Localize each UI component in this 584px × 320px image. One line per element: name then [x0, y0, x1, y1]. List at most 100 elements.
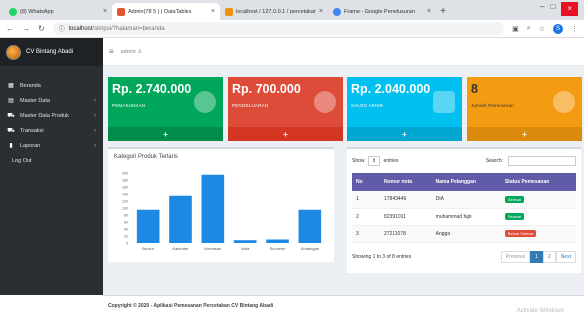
database-icon	[433, 91, 455, 113]
sidebar-item-label: Master Data Produk	[20, 112, 69, 119]
table-icon: ▤	[8, 98, 14, 104]
length-select[interactable]: ⇕	[367, 156, 381, 166]
cell-no: 2	[352, 208, 380, 226]
cell-nama: DIA	[431, 191, 501, 209]
chevron-left-icon: ‹	[94, 142, 96, 149]
username: admin	[120, 48, 136, 55]
sidebar-item-beranda[interactable]: ▦ Beranda	[0, 78, 103, 93]
orders-table: No Nomor nota Nama Pelanggan Status Peme…	[352, 173, 576, 243]
sidebar-item-label: Master Data	[20, 97, 50, 104]
sidebar-item-master-data-produk[interactable]: ⛟ Master Data Produk ‹	[0, 108, 103, 123]
arrow-down-circle-icon	[194, 91, 216, 113]
column-header[interactable]: Status Pemesanan	[500, 173, 576, 191]
x-tick-label: Nota	[241, 246, 250, 251]
chevron-left-icon: ‹	[94, 97, 96, 104]
bar-kemasan	[201, 174, 225, 243]
back-icon[interactable]: ←	[6, 24, 14, 33]
sidebar-item-laporan[interactable]: ▮ Laporan ‹	[0, 138, 103, 153]
column-header[interactable]: No	[352, 173, 380, 191]
column-header[interactable]: Nomor nota	[380, 173, 432, 191]
close-window-icon[interactable]: ×	[561, 2, 578, 16]
chart-icon: ▮	[9, 143, 13, 149]
info-icon[interactable]: ⓘ	[59, 24, 65, 33]
chevron-left-icon: ‹	[94, 112, 96, 119]
search-input[interactable]	[508, 156, 576, 166]
brand[interactable]: CV Bintang Abadi	[0, 38, 103, 66]
forward-icon[interactable]: →	[22, 24, 30, 33]
search-control: Search:	[486, 156, 576, 166]
search-label: Search:	[485, 158, 503, 164]
bar-kalender	[169, 195, 192, 243]
close-icon[interactable]: ×	[103, 8, 107, 15]
sidebar-item-logout[interactable]: Log Out	[0, 153, 103, 168]
browser-tab-admin[interactable]: Admin(78 5 ) | DataTables ×	[112, 3, 220, 20]
browser-tab-phpmyadmin[interactable]: localhost / 127.0.0.1 / percetakan ×	[220, 3, 328, 20]
cell-nota: 82391011	[380, 208, 432, 226]
cell-nama: Angga	[431, 225, 501, 243]
address-bar: ← → ↻ ⓘ localhost/skripsi/?halaman=beran…	[0, 20, 584, 38]
length-control: Show ⇕ entries	[352, 156, 399, 166]
more-info-button[interactable]: +	[108, 127, 223, 141]
phpmyadmin-icon	[225, 7, 233, 16]
bar-souvenir	[266, 239, 289, 243]
stat-card-pengeluaran: Rp. 700.000 PENGELUARAN +	[228, 77, 343, 141]
stat-card-saldo: Rp. 2.040.000 SALDO AKHIR +	[347, 77, 462, 141]
maximize-icon[interactable]: □	[550, 2, 555, 16]
sidebar-item-master-data[interactable]: ▤ Master Data ‹	[0, 93, 103, 108]
window-controls: – □ ×	[540, 2, 578, 16]
y-tick-label: 120	[122, 200, 128, 204]
y-tick-label: 80	[124, 214, 128, 218]
pagination: Previous 1 2 Next	[500, 250, 576, 263]
x-tick-label: Kalender	[172, 246, 189, 251]
chart-box: Kategori Produk Terlaris 200 180 160 140 120…	[108, 147, 334, 262]
stat-card-pemasukkan: Rp. 2.740.000 PEMASUKKAN +	[108, 77, 223, 141]
close-icon[interactable]: ×	[427, 8, 431, 15]
close-icon[interactable]: ×	[319, 8, 323, 15]
profile-avatar[interactable]: S	[553, 23, 563, 34]
close-icon[interactable]: ×	[211, 8, 215, 15]
orders-table-box: Show ⇕ entries Search: No Nomor nota Nam…	[347, 147, 581, 273]
url-path: /skripsi/?halaman=beranda	[92, 25, 165, 32]
x-tick-label: Souvenir	[270, 246, 286, 251]
star-icon[interactable]: ☆	[539, 25, 545, 33]
chart-title: Kategori Produk Terlaris	[114, 154, 178, 160]
bar-brosur	[136, 209, 160, 243]
user-menu[interactable]: admin ♙	[121, 49, 142, 55]
browser-tabbar: (8) WhatsApp × Admin(78 5 ) | DataTables…	[0, 0, 584, 20]
brand-logo	[6, 44, 21, 60]
sad-face-icon	[553, 91, 575, 113]
table-info: Showing 1 to 3 of 8 entries	[352, 253, 412, 260]
hamburger-icon[interactable]: ≡	[109, 47, 114, 56]
sidebar-item-transaksi[interactable]: ⛟ Transaksi ‹	[0, 123, 103, 138]
chevron-left-icon: ‹	[94, 127, 96, 134]
sidebar: CV Bintang Abadi ▦ Beranda ▤ Master Data…	[0, 38, 103, 295]
bar-nota	[233, 240, 257, 243]
browser-tab-google[interactable]: Frame - Google Penelusuran ×	[328, 3, 436, 20]
new-tab-button[interactable]: +	[436, 3, 450, 20]
extension-icon[interactable]: ▣	[512, 25, 519, 33]
main-content: Rp. 2.740.000 PEMASUKKAN + Rp. 700.000 P…	[103, 66, 584, 295]
column-header[interactable]: Nama Pelanggan	[431, 173, 501, 191]
cell-no: 1	[352, 191, 380, 209]
minimize-icon[interactable]: –	[540, 2, 544, 16]
url-field[interactable]: ⓘ localhost/skripsi/?halaman=beranda	[52, 22, 505, 35]
page-1-button[interactable]: 1	[530, 250, 543, 263]
reload-icon[interactable]: ↻	[38, 24, 45, 33]
more-info-button[interactable]: +	[228, 127, 343, 141]
bar-chart: 200180160140120100806040200Brosur Kalende…	[122, 172, 322, 251]
page-2-button[interactable]: 2	[542, 250, 556, 263]
tab-title: Frame - Google Penelusuran	[344, 8, 415, 15]
previous-page-button[interactable]: Previous	[500, 250, 531, 263]
zoom-icon[interactable]: ⌕	[527, 25, 531, 33]
cell-status: Selesai	[500, 191, 576, 209]
stat-card-jumlah-pemesanan: 8 Jumlah Pemesanan +	[467, 77, 582, 141]
cell-nama: muhammad fajri	[431, 208, 501, 226]
more-info-button[interactable]: +	[467, 127, 582, 141]
more-info-button[interactable]: +	[347, 127, 462, 141]
browser-tab-whatsapp[interactable]: (8) WhatsApp ×	[4, 3, 112, 20]
sidebar-item-label: Transaksi	[20, 127, 44, 134]
next-page-button[interactable]: Next	[555, 250, 576, 263]
x-tick-label: Kemasan	[204, 246, 221, 251]
cell-status: Selesai	[500, 208, 576, 226]
menu-kebab-icon[interactable]: ⋮	[571, 25, 578, 33]
